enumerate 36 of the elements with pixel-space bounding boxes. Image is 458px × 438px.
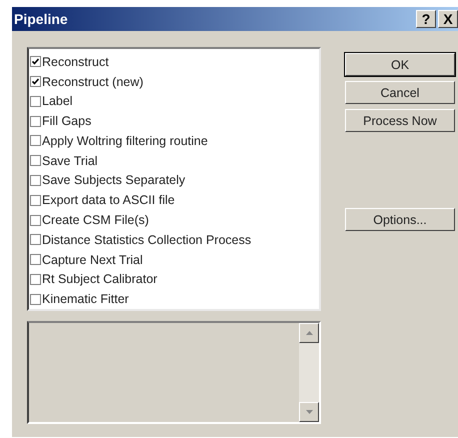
pipeline-item-label[interactable]: Rt Subject Calibrator <box>42 272 158 286</box>
checkbox[interactable] <box>30 76 41 88</box>
pipeline-item-label[interactable]: Apply Woltring filtering routine <box>42 134 208 148</box>
checkbox[interactable] <box>30 194 41 206</box>
pipeline-item-label[interactable]: Save Trial <box>42 154 98 168</box>
pipeline-item-label[interactable]: Distance Statistics Collection Process <box>42 232 252 247</box>
help-button[interactable]: ? <box>416 10 436 28</box>
pipeline-item-label[interactable]: Reconstruct (new) <box>42 74 144 89</box>
checkbox[interactable] <box>30 96 41 107</box>
pipeline-item-label[interactable]: Save Subjects Separately <box>42 173 186 188</box>
dialog-button[interactable]: Options... <box>345 208 455 231</box>
checkbox[interactable] <box>30 155 41 166</box>
checkbox[interactable] <box>30 56 41 68</box>
checkbox[interactable] <box>30 174 41 186</box>
checkbox[interactable] <box>30 234 41 246</box>
scroll-down-icon[interactable] <box>299 402 319 422</box>
checkbox[interactable] <box>30 116 41 127</box>
pipeline-item-label[interactable]: Capture Next Trial <box>42 252 143 267</box>
pipeline-item-label[interactable]: Export data to ASCII file <box>42 193 175 208</box>
pipeline-item-label[interactable]: Reconstruct <box>42 54 109 69</box>
dialog-button[interactable]: Process Now <box>345 109 455 132</box>
pipeline-item-label[interactable]: Create CSM File(s) <box>42 213 149 227</box>
scroll-up-icon[interactable] <box>299 323 319 343</box>
scroll-bar[interactable] <box>299 323 319 422</box>
checkbox[interactable] <box>30 274 41 285</box>
pipeline-item-label[interactable]: Fill Gaps <box>42 114 92 128</box>
close-button[interactable]: X <box>438 10 458 28</box>
pipeline-item-label[interactable]: Kinematic Fitter <box>42 292 129 306</box>
dialog-button[interactable]: Cancel <box>345 81 455 104</box>
pipeline-item-label[interactable]: Label <box>42 94 73 108</box>
checkbox[interactable] <box>30 254 41 266</box>
checkbox[interactable] <box>30 214 41 226</box>
checkbox[interactable] <box>30 294 41 305</box>
window-title: Pipeline <box>14 11 69 27</box>
dialog-button[interactable]: OK <box>345 53 455 76</box>
checkbox[interactable] <box>30 135 41 146</box>
